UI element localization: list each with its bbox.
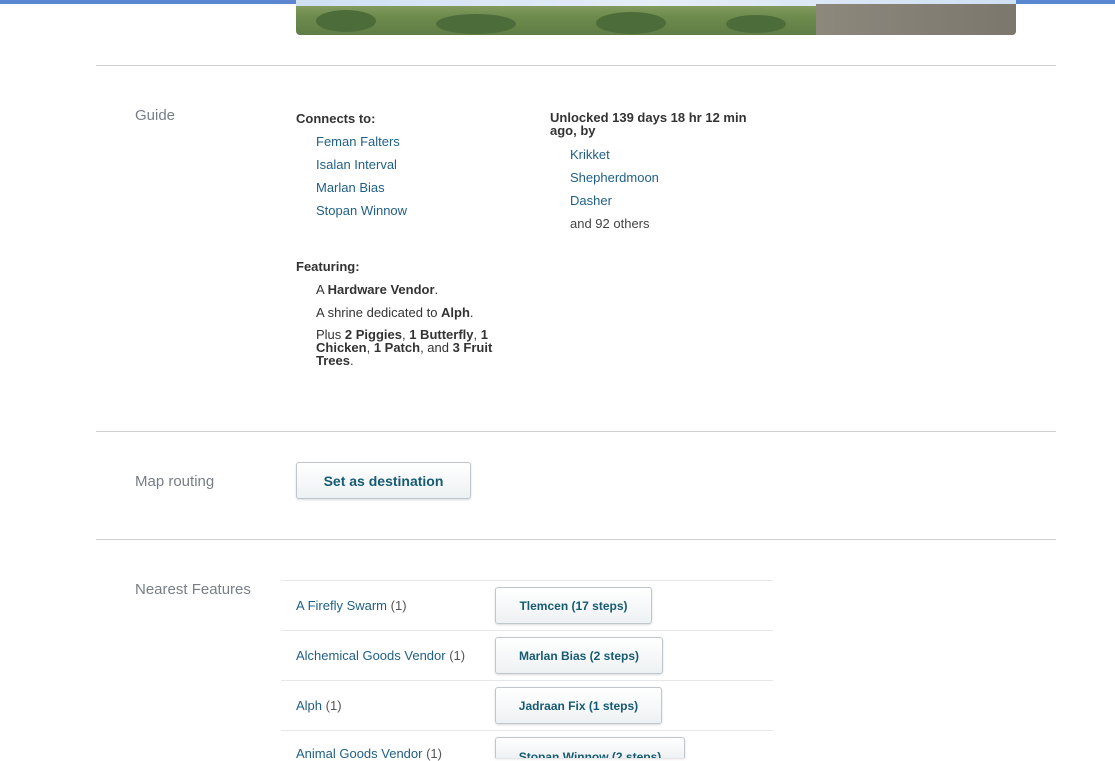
- row-divider: [281, 580, 773, 581]
- connects-heading: Connects to:: [296, 111, 376, 126]
- feature-hardware-vendor: A Hardware Vendor.: [316, 282, 439, 297]
- connect-link-marlan-bias[interactable]: Marlan Bias: [316, 180, 385, 195]
- connect-link-stopan-winnow[interactable]: Stopan Winnow: [316, 203, 407, 218]
- unlocker-link-shepherdmoon[interactable]: Shepherdmoon: [570, 170, 659, 185]
- feature-link-alchemical-goods-vendor[interactable]: Alchemical Goods Vendor: [296, 648, 446, 663]
- divider: [96, 65, 1056, 66]
- others-count: and 92 others: [570, 216, 650, 231]
- route-button-stopan-winnow[interactable]: Stopan Winnow (2 steps): [495, 737, 685, 758]
- connect-link-feman-falters[interactable]: Feman Falters: [316, 134, 400, 149]
- route-button-jadraan-fix[interactable]: Jadraan Fix (1 steps): [495, 687, 662, 724]
- featuring-heading: Featuring:: [296, 259, 360, 274]
- map-routing-label: Map routing: [135, 473, 215, 490]
- street-banner-image: [296, 0, 1016, 35]
- divider: [96, 539, 1056, 540]
- unlocker-link-dasher[interactable]: Dasher: [570, 193, 612, 208]
- connect-link-isalan-interval[interactable]: Isalan Interval: [316, 157, 397, 172]
- row-divider: [281, 730, 773, 731]
- table-row: A Firefly Swarm (1): [296, 598, 407, 613]
- unlocker-link-krikket[interactable]: Krikket: [570, 147, 610, 162]
- table-row: Alph (1): [296, 698, 342, 713]
- feature-link-firefly-swarm[interactable]: A Firefly Swarm: [296, 598, 387, 613]
- table-row: Animal Goods Vendor (1): [296, 746, 442, 761]
- feature-link-alph[interactable]: Alph: [296, 698, 322, 713]
- guide-label: Guide: [135, 107, 176, 124]
- row-divider: [281, 630, 773, 631]
- nearest-features-label: Nearest Features: [135, 581, 251, 598]
- feature-shrine: A shrine dedicated to Alph.: [316, 305, 474, 320]
- row-divider: [281, 680, 773, 681]
- set-destination-button[interactable]: Set as destination: [296, 462, 471, 499]
- divider: [96, 431, 1056, 432]
- route-button-marlan-bias[interactable]: Marlan Bias (2 steps): [495, 637, 663, 674]
- table-row: Alchemical Goods Vendor (1): [296, 648, 466, 663]
- route-button-tlemcen[interactable]: Tlemcen (17 steps): [495, 587, 652, 624]
- feature-link-animal-goods-vendor[interactable]: Animal Goods Vendor: [296, 746, 422, 761]
- unlocked-heading: Unlocked 139 days 18 hr 12 min ago, by: [550, 110, 747, 138]
- feature-plus-list: Plus 2 Piggies, 1 Butterfly, 1 Chicken, …: [316, 327, 493, 368]
